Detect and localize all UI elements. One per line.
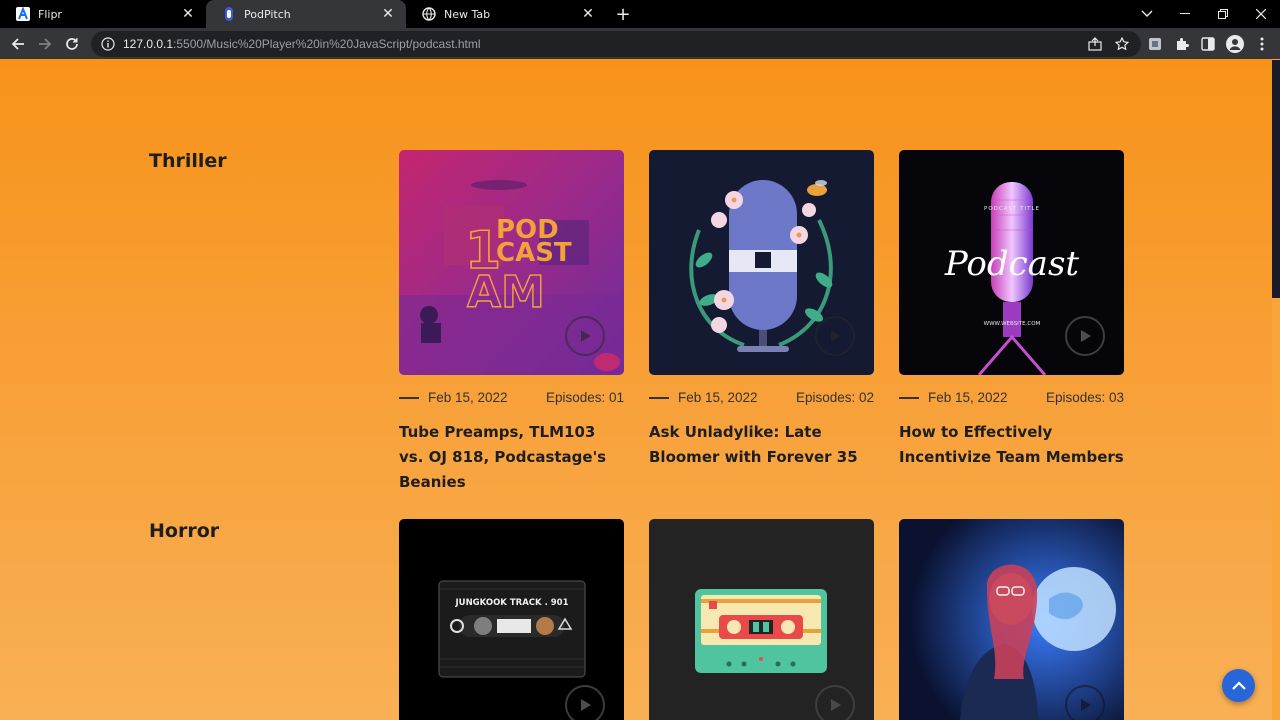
tab-flipr[interactable]: Flipr ✕ <box>0 0 206 28</box>
play-icon[interactable] <box>1065 685 1105 720</box>
cover-text-cast: CAST <box>496 238 572 268</box>
cover-text-am: AM <box>467 267 545 318</box>
page-scrollbar-thumb[interactable] <box>1272 60 1280 298</box>
cover-text-podcast: Podcast <box>944 244 1079 284</box>
url-text: 127.0.0.1:5500/Music%20Player%20in%20Jav… <box>123 37 481 51</box>
puzzle-extensions-icon[interactable] <box>1170 32 1194 56</box>
browser-toolbar: 127.0.0.1:5500/Music%20Player%20in%20Jav… <box>0 28 1280 59</box>
podcast-card[interactable]: Feb 15, 2022 Episodes: 02 Ask Unladylike… <box>649 150 874 466</box>
globe-icon <box>422 7 436 21</box>
bookmark-star-icon[interactable] <box>1110 32 1134 56</box>
play-icon[interactable] <box>565 685 605 720</box>
tab-search-chevron-icon[interactable] <box>1128 0 1166 28</box>
category-title-horror: Horror <box>149 520 220 542</box>
card-episodes: Episodes: 03 <box>1045 390 1124 405</box>
tab-strip: Flipr ✕ PodPitch ✕ New Tab ✕ + <box>0 0 1280 28</box>
podcast-cover-art: JUNGKOOK TRACK . 901 <box>399 519 624 720</box>
podcast-cover-art: PODCAST TITLE Podcast WWW.WEBSITE.COM <box>899 150 1124 375</box>
play-icon[interactable] <box>815 685 855 720</box>
restore-icon[interactable] <box>1204 0 1242 28</box>
tab-title: New Tab <box>444 7 491 21</box>
card-date: Feb 15, 2022 <box>678 390 758 405</box>
podcast-cover-art <box>649 150 874 375</box>
podcast-card[interactable] <box>899 519 1124 720</box>
tab-podpitch[interactable]: PodPitch ✕ <box>206 0 406 28</box>
forward-arrow-icon[interactable] <box>33 32 57 56</box>
category-title-thriller: Thriller <box>149 150 227 172</box>
new-tab-plus-icon[interactable]: + <box>612 4 634 25</box>
meta-dash <box>399 397 419 399</box>
meta-dash <box>649 397 669 399</box>
card-title[interactable]: Ask Unladylike: Late Bloomer with Foreve… <box>649 420 874 470</box>
podcast-cover-art <box>899 519 1124 720</box>
close-window-icon[interactable] <box>1242 0 1280 28</box>
podcast-card[interactable]: PODCAST TITLE Podcast WWW.WEBSITE.COM Fe… <box>899 150 1124 466</box>
play-icon[interactable] <box>1065 316 1105 356</box>
close-tab-icon[interactable]: ✕ <box>580 6 596 22</box>
card-date: Feb 15, 2022 <box>428 390 508 405</box>
card-meta: Feb 15, 2022 Episodes: 01 <box>399 390 624 408</box>
podcast-cover-art: 1 POD CAST AM <box>399 150 624 375</box>
card-episodes: Episodes: 02 <box>795 390 874 405</box>
profile-avatar-icon[interactable] <box>1223 32 1247 56</box>
podpitch-logo-icon <box>222 7 236 21</box>
kebab-menu-icon[interactable] <box>1250 32 1274 56</box>
podcast-cover-art <box>649 519 874 720</box>
play-icon[interactable] <box>565 316 605 356</box>
close-tab-icon[interactable]: ✕ <box>380 6 396 22</box>
podcast-card[interactable]: 1 POD CAST AM Feb 15, 2022 Episodes: 01 … <box>399 150 624 491</box>
card-meta: Feb 15, 2022 Episodes: 02 <box>649 390 874 408</box>
site-info-icon[interactable] <box>101 37 115 51</box>
tab-title: PodPitch <box>244 7 291 21</box>
card-meta: Feb 15, 2022 Episodes: 03 <box>899 390 1124 408</box>
extension-icon[interactable] <box>1143 32 1167 56</box>
card-title[interactable]: How to Effectively Incentivize Team Memb… <box>899 420 1124 470</box>
cover-text-jungkook: JUNGKOOK TRACK . 901 <box>455 598 569 608</box>
card-episodes: Episodes: 01 <box>545 390 624 405</box>
tab-new-tab[interactable]: New Tab ✕ <box>406 0 606 28</box>
podcast-card[interactable] <box>649 519 874 720</box>
meta-dash <box>899 397 919 399</box>
back-arrow-icon[interactable] <box>6 32 30 56</box>
address-bar[interactable]: 127.0.0.1:5500/Music%20Player%20in%20Jav… <box>91 31 1141 57</box>
back-to-top-button[interactable] <box>1222 669 1255 702</box>
podcast-card[interactable]: JUNGKOOK TRACK . 901 <box>399 519 624 720</box>
card-date: Feb 15, 2022 <box>928 390 1008 405</box>
cover-text-podcast-title: PODCAST TITLE <box>984 206 1040 212</box>
tab-title: Flipr <box>38 7 62 21</box>
side-panel-icon[interactable] <box>1196 32 1220 56</box>
play-icon[interactable] <box>815 316 855 356</box>
flipr-logo-icon <box>16 7 30 21</box>
cover-text-website: WWW.WEBSITE.COM <box>984 321 1041 327</box>
close-tab-icon[interactable]: ✕ <box>180 6 196 22</box>
reload-icon[interactable] <box>60 32 84 56</box>
chevron-up-icon <box>1231 680 1246 690</box>
card-title[interactable]: Tube Preamps, TLM103 vs. OJ 818, Podcast… <box>399 420 624 495</box>
share-icon[interactable] <box>1083 32 1107 56</box>
minimize-icon[interactable] <box>1166 0 1204 28</box>
page-viewport: Thriller 1 POD CAST AM Feb 15, 2022 Epis… <box>0 59 1272 720</box>
